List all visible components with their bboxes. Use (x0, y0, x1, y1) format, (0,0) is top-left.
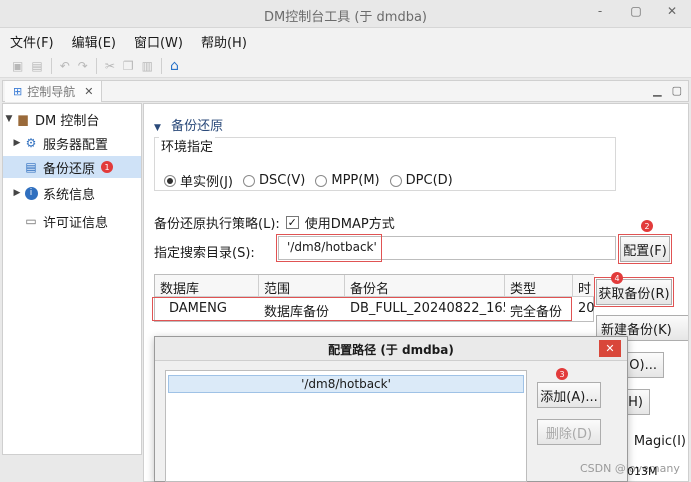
column-header-backup-name[interactable]: 备份名 (345, 275, 505, 297)
tree-item-server-config[interactable]: ▶ ⚙ 服务器配置 (3, 132, 141, 154)
view-minimize-icon[interactable]: ▁ (653, 84, 661, 97)
menu-window[interactable]: 窗口(W) (134, 32, 183, 51)
section-title[interactable]: ▼ 备份还原 (154, 115, 223, 134)
tree-item-label: 许可证信息 (43, 215, 109, 231)
home-icon[interactable]: ⌂ (170, 58, 179, 74)
window-controls: - ▢ ✕ (591, 4, 681, 18)
column-header-database[interactable]: 数据库 (155, 275, 259, 297)
view-maximize-icon[interactable]: ▢ (672, 84, 682, 97)
redo-icon[interactable]: ↷ (78, 59, 88, 73)
paste-icon[interactable]: ▥ (142, 59, 153, 73)
environment-options: 单实例(J) DSC(V) MPP(M) DPC(D) (164, 171, 453, 190)
radio-icon[interactable] (389, 174, 402, 187)
tree-item-system-info[interactable]: ▶ i 系统信息 (3, 182, 141, 204)
column-header-time[interactable]: 时 (573, 275, 595, 297)
menu-edit[interactable]: 编辑(E) (72, 32, 116, 51)
radio-icon[interactable] (242, 174, 255, 187)
expanded-arrow-icon[interactable]: ▼ (3, 114, 15, 124)
annotation-highlight (594, 277, 674, 307)
memory-status: 013M (627, 465, 658, 478)
toolbar-separator (160, 57, 162, 74)
tree-root-label: DM 控制台 (35, 113, 100, 129)
save-all-icon[interactable]: ▤ (31, 59, 42, 73)
list-item[interactable]: '/dm8/hotback' (168, 375, 524, 393)
radio-label: DPC(D) (405, 173, 453, 188)
view-controls: ▁ ▢ (653, 84, 682, 97)
radio-label: MPP(M) (331, 173, 380, 188)
license-icon: ▭ (25, 214, 37, 228)
tab-control-navigation[interactable]: ⊞ 控制导航 ✕ (5, 81, 103, 102)
strategy-row: 备份还原执行策略(L): ✓ 使用DMAP方式 (154, 213, 395, 232)
radio-dsc[interactable]: DSC(V) (242, 171, 306, 190)
tree-root-dm-console[interactable]: ▼ ▆ DM 控制台 (3, 108, 141, 130)
window-title: DM控制台工具 (于 dmdba) (263, 10, 428, 25)
menu-help[interactable]: 帮助(H) (201, 32, 247, 51)
window-titlebar: DM控制台工具 (于 dmdba) - ▢ ✕ (0, 0, 691, 28)
add-path-button[interactable]: 添加(A)... (537, 382, 601, 408)
delete-path-button[interactable]: 删除(D) (537, 419, 601, 445)
info-icon: i (23, 185, 39, 201)
toolbar-separator (95, 57, 97, 74)
cut-icon[interactable]: ✂ (105, 59, 115, 73)
tree-item-backup-restore[interactable]: ▤ 备份还原 1 (3, 156, 141, 178)
tab-label: 控制导航 (27, 85, 76, 99)
dmap-checkbox-label[interactable]: 使用DMAP方式 (305, 213, 395, 232)
gear-icon: ⚙ (25, 136, 37, 150)
tree-item-label: 系统信息 (43, 187, 96, 203)
tab-close-icon[interactable]: ✕ (84, 85, 93, 98)
menu-bar: 文件(F) 编辑(E) 窗口(W) 帮助(H) (0, 28, 691, 54)
environment-group-label: 环境指定 (159, 136, 216, 155)
annotation-highlight (276, 234, 382, 262)
tree-item-label: 服务器配置 (43, 137, 109, 153)
step-badge: 4 (611, 272, 623, 284)
path-list[interactable]: '/dm8/hotback' (165, 370, 527, 482)
menu-file[interactable]: 文件(F) (10, 32, 54, 51)
view-tab-bar: ⊞ 控制导航 ✕ ▁ ▢ (2, 80, 689, 102)
backup-icon: ▤ (25, 160, 37, 174)
table-header: 数据库 范围 备份名 类型 时 (155, 275, 595, 297)
toolbar: ▣ ▤ ↶ ↷ ✂ ❐ ▥ ⌂ (0, 54, 691, 78)
radio-single-instance[interactable]: 单实例(J) (164, 171, 233, 190)
section-title-label: 备份还原 (171, 119, 224, 134)
radio-icon[interactable] (315, 174, 328, 187)
navigation-tree: ▼ ▆ DM 控制台 ▶ ⚙ 服务器配置 ▤ 备份还原 1 ▶ i 系统信息 ▭… (2, 103, 142, 455)
close-window-button[interactable]: ✕ (663, 4, 681, 18)
copy-icon[interactable]: ❐ (123, 59, 134, 73)
dialog-close-button[interactable]: ✕ (599, 340, 621, 357)
navigator-icon: ⊞ (13, 85, 23, 98)
section-collapse-icon[interactable]: ▼ (154, 123, 161, 133)
radio-label: 单实例(J) (180, 175, 233, 190)
column-header-type[interactable]: 类型 (505, 275, 573, 297)
maximize-button[interactable]: ▢ (627, 4, 645, 18)
collapsed-arrow-icon[interactable]: ▶ (11, 188, 23, 198)
step-badge: 3 (556, 368, 568, 380)
tree-item-license-info[interactable]: ▭ 许可证信息 (3, 210, 141, 232)
config-path-dialog: 配置路径 (于 dmdba) ✕ '/dm8/hotback' 添加(A)...… (154, 336, 628, 482)
save-icon[interactable]: ▣ (12, 59, 23, 73)
dialog-title: 配置路径 (于 dmdba) (155, 337, 627, 361)
annotation-highlight (618, 234, 672, 264)
search-dir-label: 指定搜索目录(S): (154, 246, 255, 261)
radio-label: DSC(V) (258, 173, 306, 188)
collapsed-arrow-icon[interactable]: ▶ (11, 138, 23, 148)
minimize-button[interactable]: - (591, 4, 609, 18)
step-badge: 2 (641, 220, 653, 232)
database-icon: ▆ (18, 112, 28, 126)
cell-time: 20 (578, 301, 595, 316)
step-badge: 1 (101, 161, 114, 173)
undo-icon[interactable]: ↶ (60, 59, 70, 73)
column-header-scope[interactable]: 范围 (259, 275, 345, 297)
radio-mpp[interactable]: MPP(M) (315, 171, 380, 190)
dmap-checkbox[interactable]: ✓ (285, 216, 299, 229)
tree-item-label: 备份还原 (43, 161, 96, 177)
radio-selected-icon[interactable] (164, 174, 176, 187)
strategy-label: 备份还原执行策略(L): (154, 217, 280, 232)
annotation-highlight (152, 297, 572, 321)
radio-dpc[interactable]: DPC(D) (389, 171, 453, 190)
toolbar-separator (50, 57, 52, 74)
